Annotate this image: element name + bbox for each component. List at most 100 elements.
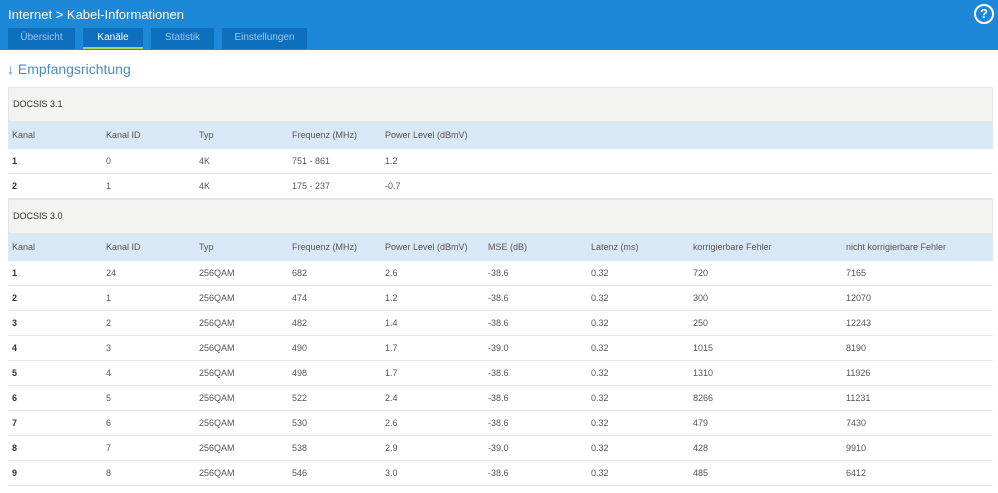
channel-tables: DOCSIS 3.1 Kanal Kanal ID Typ Frequenz (MHz)…: [8, 87, 993, 486]
table-row: 2 1 4K 175 - 237 -0.7: [8, 174, 993, 199]
table-cell: 490: [292, 343, 308, 353]
table-cell: 12243: [846, 318, 872, 328]
table-cell: -38.6: [488, 368, 509, 378]
table-cell: 0.32: [591, 318, 609, 328]
table-cell: 2.4: [385, 393, 398, 403]
table-cell: 479: [693, 418, 709, 428]
table-cell: 498: [292, 368, 308, 378]
table-row: 8 7 256QAM 538 2.9 -39.0 0.32 428 9910: [8, 436, 993, 461]
table-cell: 2.6: [385, 418, 398, 428]
column-header: Typ: [199, 130, 214, 140]
table-cell: 1: [12, 268, 18, 278]
table-cell: 0.32: [591, 418, 609, 428]
table-row: 4 3 256QAM 490 1.7 -39.0 0.32 1015 8190: [8, 336, 993, 361]
table-cell: 6: [12, 393, 18, 403]
table-cell: 6: [106, 418, 112, 428]
table-cell: 2: [12, 181, 18, 191]
table-cell: 0.32: [591, 443, 609, 453]
table-cell: 0.32: [591, 368, 609, 378]
docsis30-column-headers: Kanal Kanal ID Typ Frequenz (MHz) Power Leve…: [8, 234, 993, 261]
table-cell: 1: [106, 293, 112, 303]
top-bar: Internet > Kabel-Informationen ? Übersic…: [0, 0, 998, 50]
table-cell: -39.0: [488, 343, 509, 353]
table-row: 6 5 256QAM 522 2.4 -38.6 0.32 8266 11231: [8, 386, 993, 411]
table-cell: 7430: [846, 418, 867, 428]
table-cell: 6412: [846, 468, 867, 478]
table-cell: 5: [106, 393, 112, 403]
column-header: Kanal: [12, 242, 36, 252]
table-cell: 7165: [846, 268, 867, 278]
tab-1[interactable]: Kanäle: [83, 28, 143, 49]
table-cell: 11926: [846, 368, 871, 378]
table-cell: 474: [292, 293, 308, 303]
table-cell: 3: [12, 318, 18, 328]
breadcrumb: Internet > Kabel-Informationen: [8, 7, 184, 22]
column-header: Kanal: [12, 130, 36, 140]
table-cell: -38.6: [488, 393, 509, 403]
table-cell: 485: [693, 468, 709, 478]
column-header: Frequenz (MHz): [292, 130, 358, 140]
table-cell: -38.6: [488, 268, 509, 278]
table-cell: 7: [106, 443, 112, 453]
table-cell: 256QAM: [199, 368, 235, 378]
table-cell: 256QAM: [199, 293, 235, 303]
table-cell: 482: [292, 318, 308, 328]
table-row: 7 6 256QAM 530 2.6 -38.6 0.32 479 7430: [8, 411, 993, 436]
column-header: Kanal ID: [106, 242, 141, 252]
table-cell: 12070: [846, 293, 872, 303]
table-cell: 8: [106, 468, 112, 478]
table-cell: 538: [292, 443, 308, 453]
table-cell: 1310: [693, 368, 714, 378]
table-cell: 0.32: [591, 293, 609, 303]
table-cell: 2.9: [385, 443, 398, 453]
table-cell: 1.7: [385, 343, 398, 353]
docsis31-column-headers: Kanal Kanal ID Typ Frequenz (MHz) Power Leve…: [8, 122, 993, 149]
table-cell: 300: [693, 293, 709, 303]
table-cell: 4K: [199, 181, 211, 191]
column-header: nicht korrigierbare Fehler: [846, 242, 947, 252]
help-icon[interactable]: ?: [974, 4, 994, 24]
table-cell: 8190: [846, 343, 867, 353]
tab-3[interactable]: Einstellungen: [222, 28, 307, 49]
table-cell: 530: [292, 418, 308, 428]
table-cell: 0.32: [591, 268, 609, 278]
table-cell: 682: [292, 268, 308, 278]
table-cell: 8: [12, 443, 18, 453]
section-title: ↓ Empfangsrichtung: [7, 61, 131, 77]
tab-0[interactable]: Übersicht: [8, 28, 75, 49]
table-cell: 2: [12, 293, 18, 303]
column-header: Power Level (dBmV): [385, 130, 468, 140]
table-cell: 256QAM: [199, 268, 235, 278]
table-cell: 546: [292, 468, 308, 478]
column-header: Latenz (ms): [591, 242, 639, 252]
table-cell: 522: [292, 393, 308, 403]
table-cell: 1: [106, 181, 112, 191]
table-row: 1 0 4K 751 - 861 1.2: [8, 149, 993, 174]
table-cell: 1015: [693, 343, 714, 353]
table-row: 5 4 256QAM 498 1.7 -38.6 0.32 1310 11926: [8, 361, 993, 386]
table-cell: 0.32: [591, 468, 609, 478]
table-cell: 256QAM: [199, 343, 235, 353]
table-row: 2 1 256QAM 474 1.2 -38.6 0.32 300 12070: [8, 286, 993, 311]
table-cell: 256QAM: [199, 418, 235, 428]
docsis31-section-header: DOCSIS 3.1: [8, 87, 993, 122]
table-cell: 428: [693, 443, 709, 453]
column-header: Power Level (dBmV): [385, 242, 468, 252]
table-cell: 7: [12, 418, 18, 428]
table-cell: 256QAM: [199, 468, 235, 478]
table-cell: 4: [106, 368, 112, 378]
table-cell: 1: [12, 156, 18, 166]
table-row: 3 2 256QAM 482 1.4 -38.6 0.32 250 12243: [8, 311, 993, 336]
table-cell: 11231: [846, 393, 871, 403]
table-cell: 751 - 861: [292, 156, 331, 166]
table-cell: 3.0: [385, 468, 398, 478]
table-cell: 2.6: [385, 268, 398, 278]
tab-2[interactable]: Statistik: [151, 28, 214, 49]
table-cell: 256QAM: [199, 393, 235, 403]
table-cell: 9: [12, 468, 18, 478]
table-cell: -38.6: [488, 418, 509, 428]
column-header: Kanal ID: [106, 130, 141, 140]
table-cell: 1.2: [385, 156, 398, 166]
table-cell: 2: [106, 318, 112, 328]
table-cell: -38.6: [488, 468, 509, 478]
